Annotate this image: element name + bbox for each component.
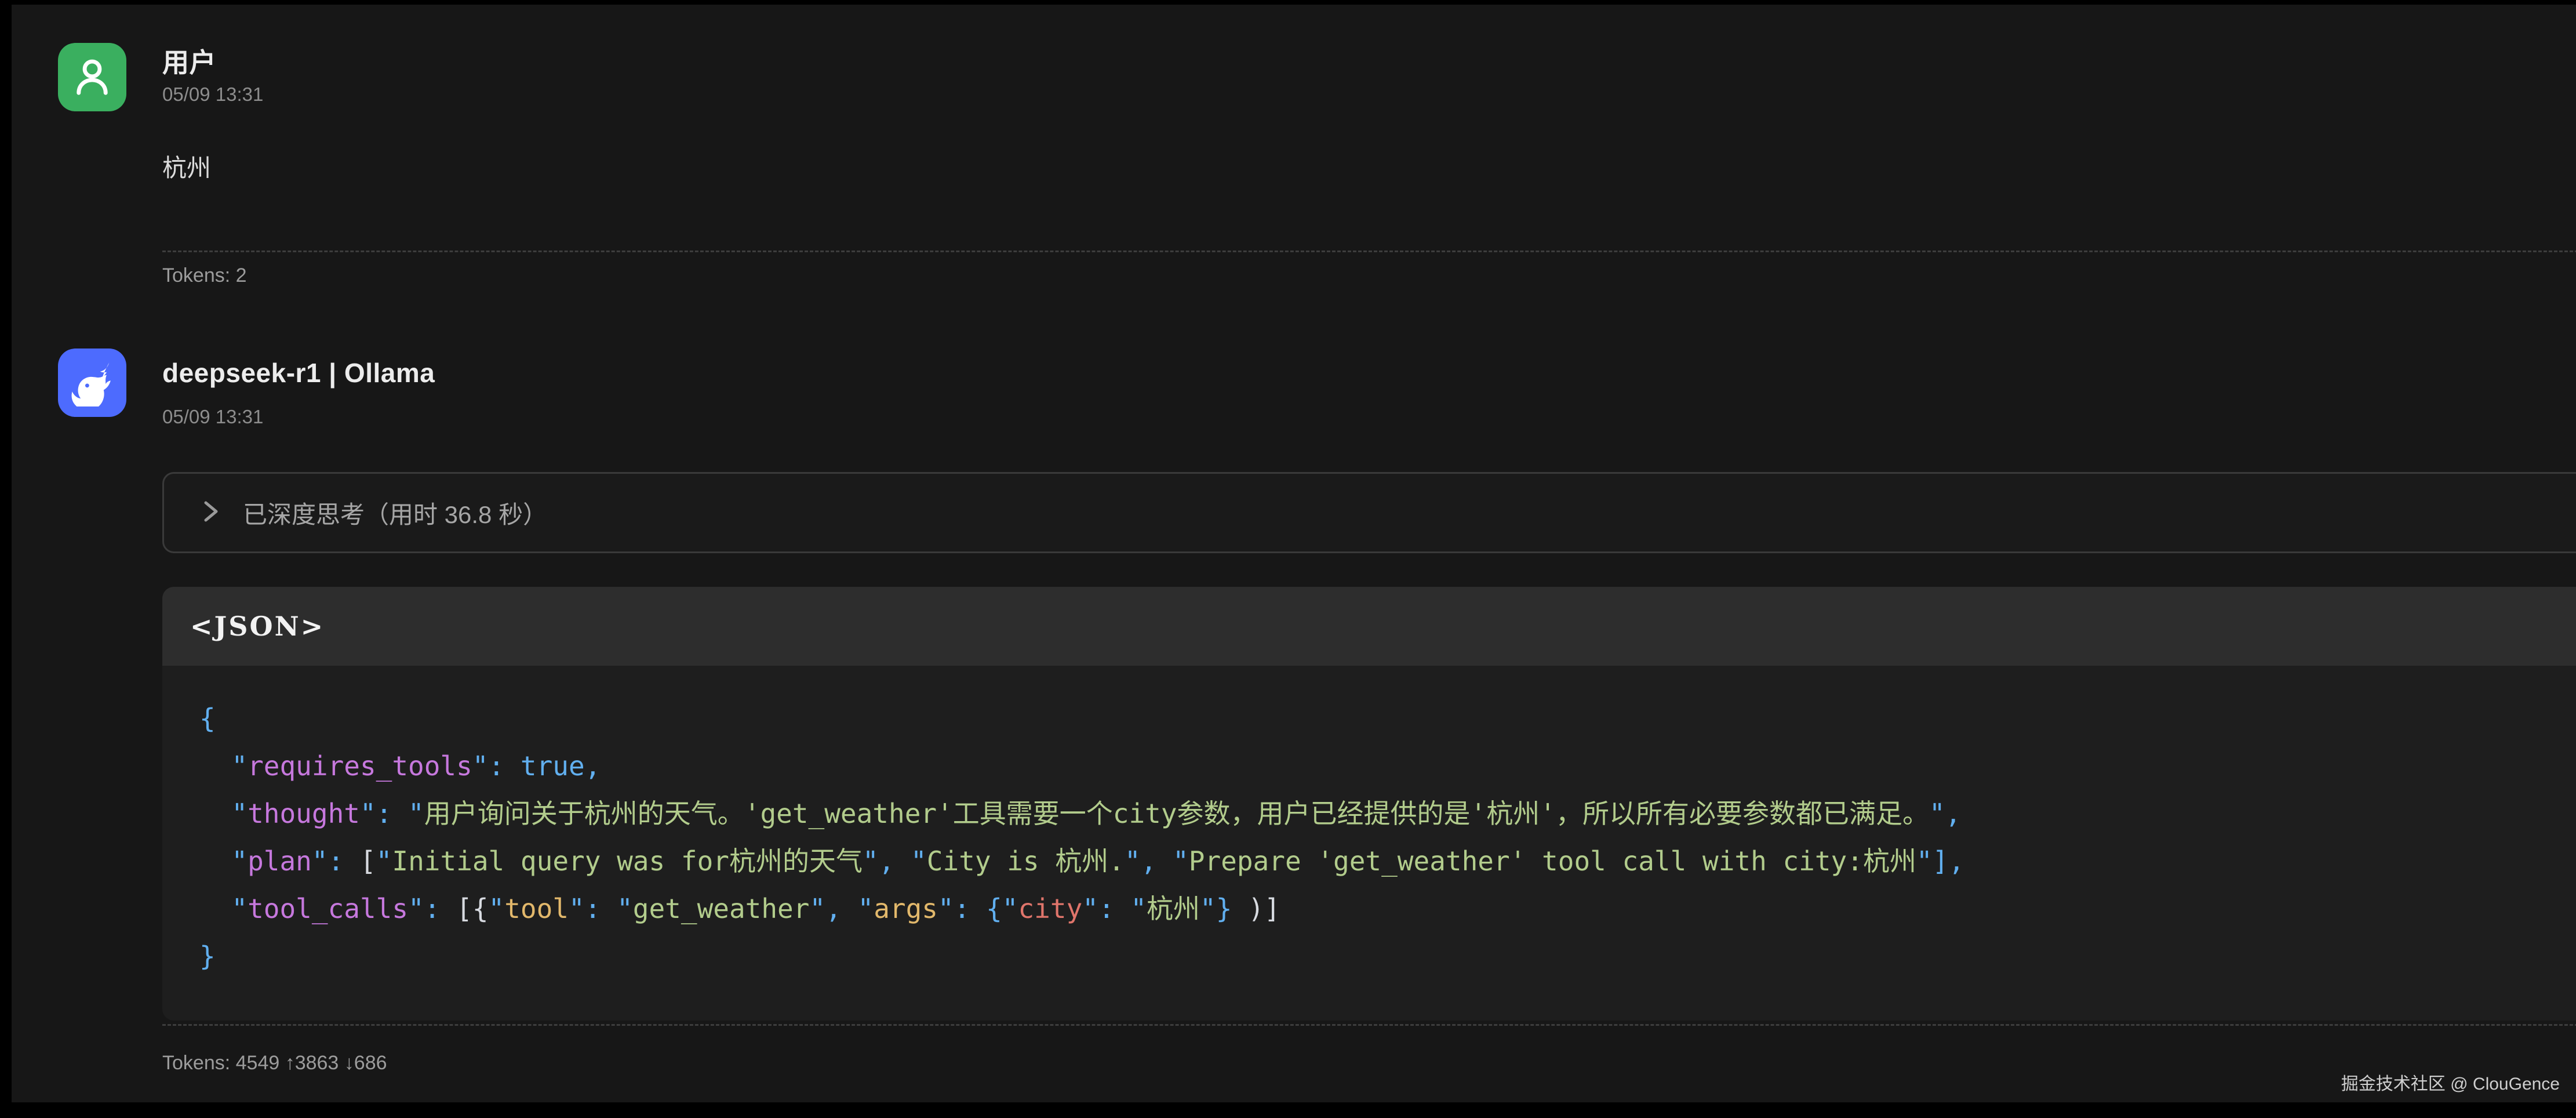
user-token-count: Tokens: 2 (162, 264, 247, 287)
code-content: { "requires_tools": true, "thought": "用户… (162, 666, 2576, 980)
thinking-label: 已深度思考（用时 36.8 秒） (243, 495, 547, 531)
code-line: "plan": ["Initial query was for杭州的天气", "… (199, 837, 2576, 885)
person-icon (67, 51, 117, 104)
user-avatar (58, 43, 126, 111)
chat-panel: 用户 05/09 13:31 杭州 Tokens: 2 deepseek-r1 … (12, 5, 2576, 1102)
user-timestamp: 05/09 13:31 (162, 84, 263, 106)
code-language-label: <JSON> (190, 611, 325, 642)
user-message-text: 杭州 (162, 148, 211, 184)
code-line: "tool_calls": [{"tool": "get_weather", "… (199, 885, 2576, 932)
message-divider (162, 251, 2576, 252)
assistant-timestamp: 05/09 13:31 (162, 406, 263, 428)
message-divider (162, 1024, 2576, 1026)
code-line: "requires_tools": true, (199, 742, 2576, 790)
chevron-right-icon (202, 498, 220, 528)
code-line: } (199, 932, 2576, 980)
assistant-author-name: deepseek-r1 | Ollama (162, 357, 435, 389)
code-line: "thought": "用户询问关于杭州的天气。'get_weather'工具需… (199, 790, 2576, 837)
code-block-header: <JSON> (162, 587, 2576, 666)
watermark: 掘金技术社区 @ ClouGence (2341, 1069, 2560, 1095)
assistant-avatar (58, 349, 126, 417)
user-author-name: 用户 (162, 42, 216, 80)
deepseek-whale-icon (67, 357, 117, 409)
code-block: <JSON> { "requires_tools": true, "though… (162, 587, 2576, 1021)
thinking-toggle[interactable]: 已深度思考（用时 36.8 秒） (162, 472, 2576, 553)
code-line: { (199, 695, 2576, 742)
assistant-token-count: Tokens: 4549 ↑3863 ↓686 (162, 1052, 387, 1075)
